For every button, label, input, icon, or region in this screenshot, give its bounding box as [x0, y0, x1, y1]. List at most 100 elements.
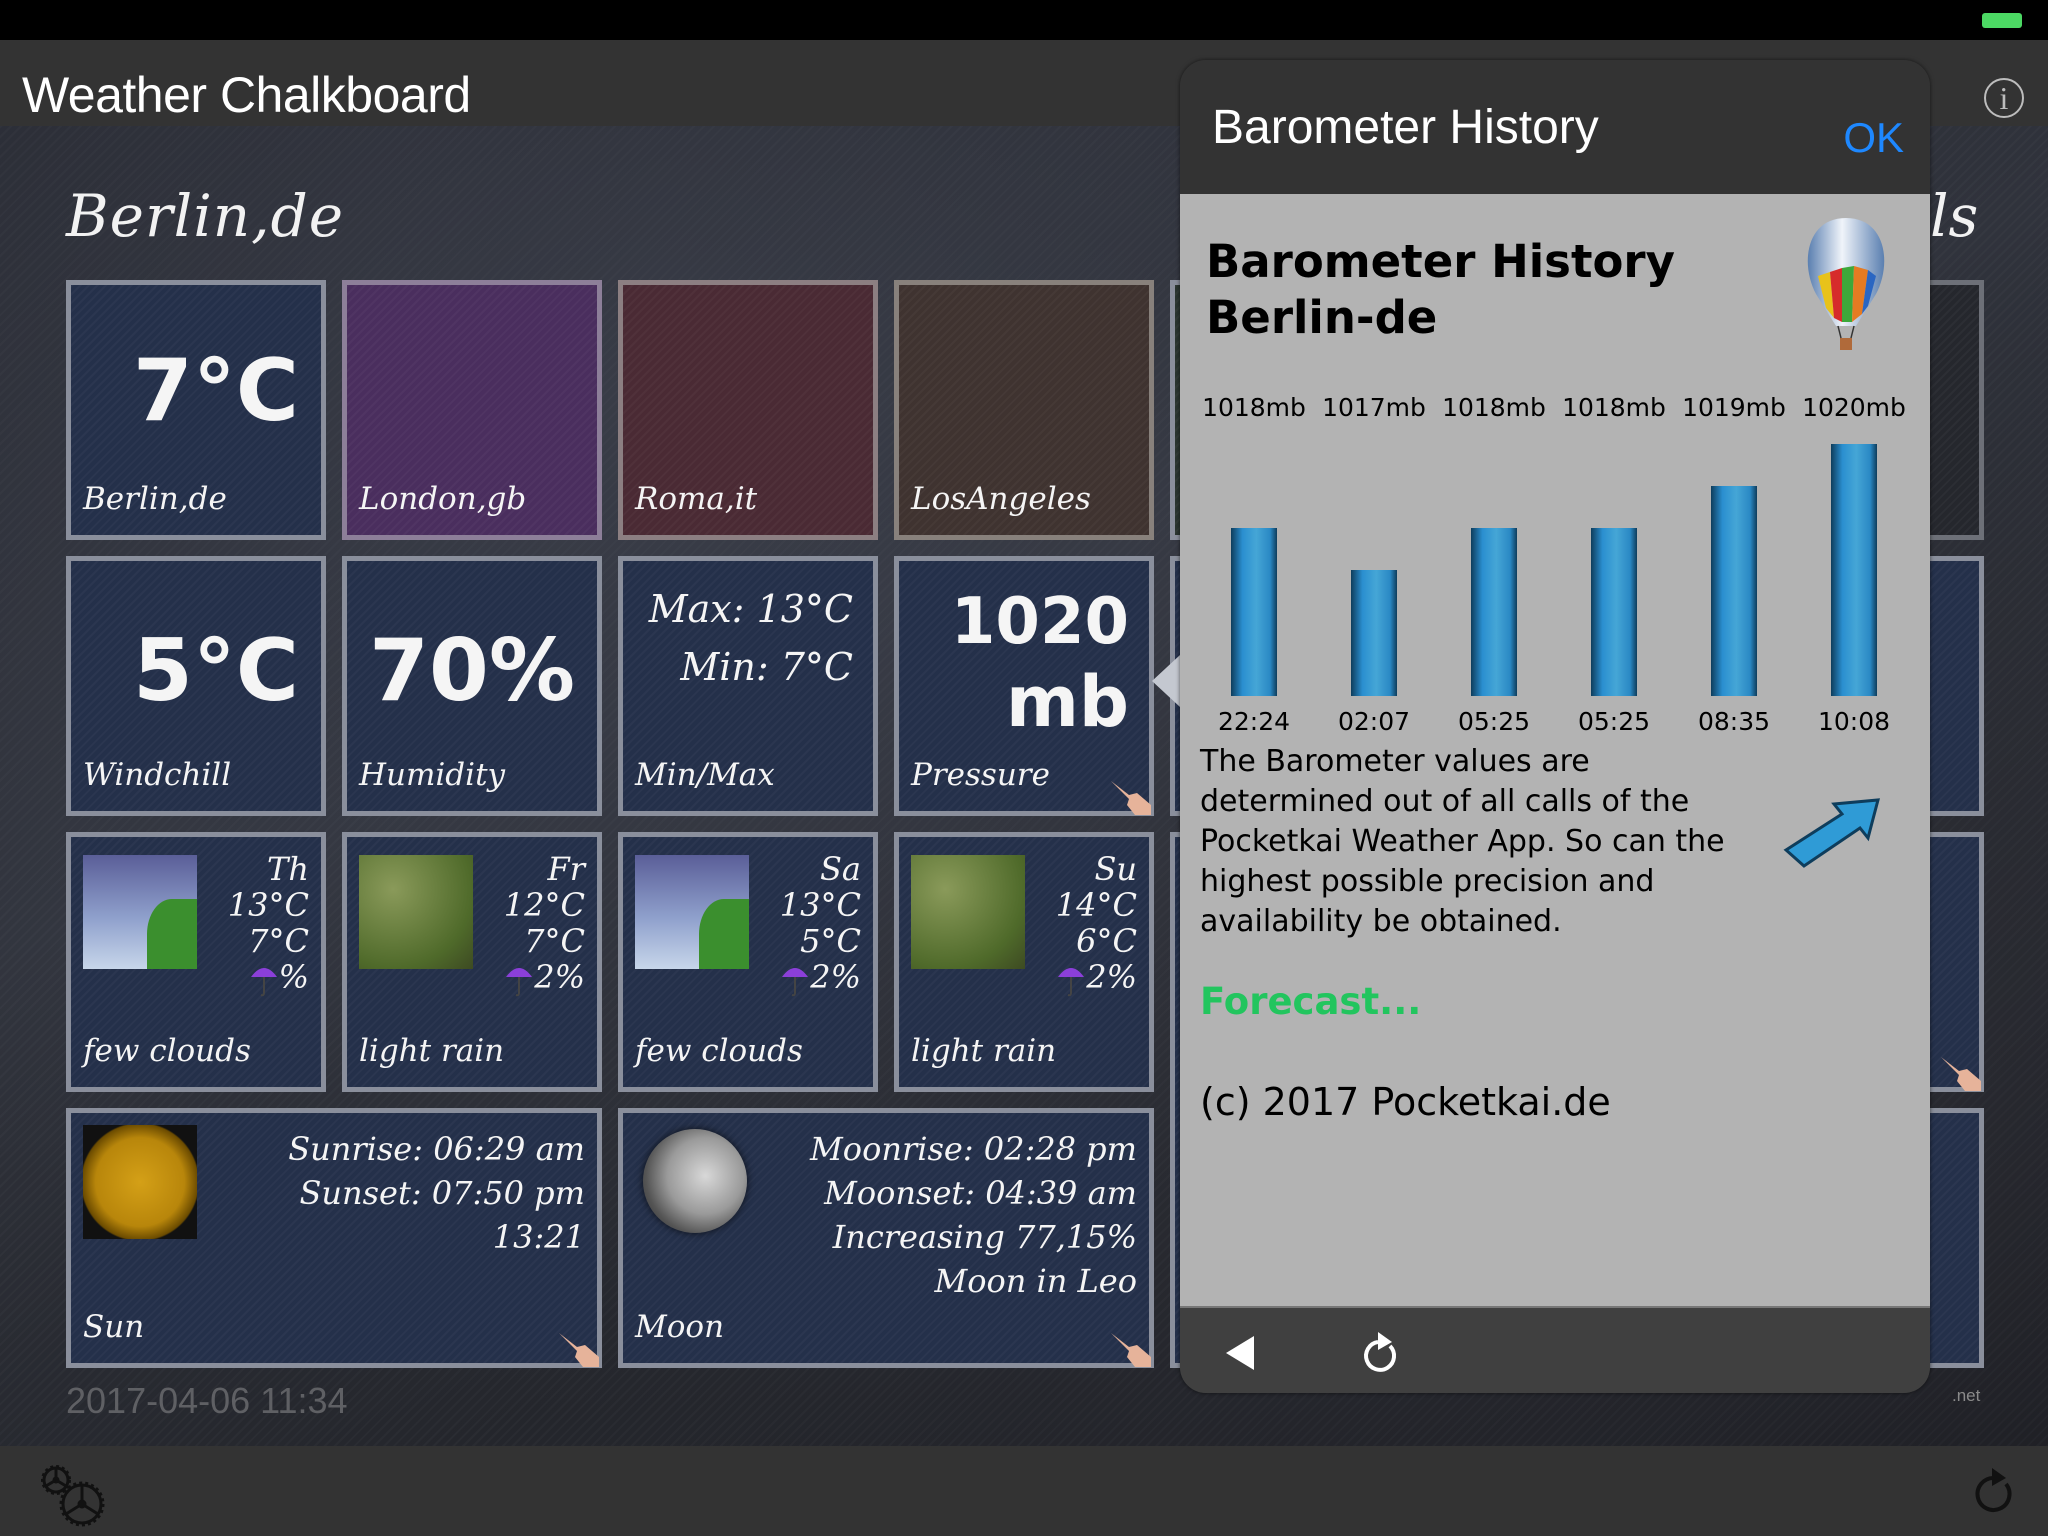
sun-tile[interactable]: Sunrise: 06:29 am Sunset: 07:50 pm 13:21…: [66, 1108, 602, 1368]
forecast-tile[interactable]: Sa 13°C 5°C 2% few clouds: [618, 832, 878, 1092]
moonset-time: Moonset: 04:39 am: [824, 1174, 1137, 1212]
bar-2: [1471, 528, 1517, 696]
forecast-day: Fr: [547, 850, 586, 888]
forecast-low: 7°C: [248, 922, 309, 960]
ok-button[interactable]: OK: [1843, 114, 1904, 162]
pressure-tile[interactable]: 1020 mb Pressure: [894, 556, 1154, 816]
minmax-tile[interactable]: Max: 13°C Min: 7°C Min/Max: [618, 556, 878, 816]
humidity-value: 70%: [369, 621, 575, 721]
moonrise-time: Moonrise: 02:28 pm: [810, 1130, 1137, 1168]
forecast-tile[interactable]: Th 13°C 7°C % few clouds: [66, 832, 326, 1092]
umbrella-icon: [250, 967, 277, 996]
forecast-rain: 2%: [534, 958, 585, 996]
city-tile-berlin[interactable]: 7°C Berlin,de: [66, 280, 326, 540]
pointing-hand-icon: [1941, 1057, 1981, 1091]
popover-title: Barometer History: [1212, 101, 1599, 154]
few-clouds-icon: [635, 855, 749, 969]
minmax-label: Min/Max: [635, 757, 775, 793]
x-tick-label: 02:07: [1338, 707, 1410, 734]
barometer-heading: Barometer History Berlin-de: [1206, 234, 1675, 346]
bar-5: [1831, 444, 1877, 696]
pointing-hand-icon: [1111, 781, 1151, 815]
x-tick-label: 22:24: [1218, 707, 1290, 734]
x-tick-label: 08:35: [1698, 707, 1770, 734]
forecast-desc: few clouds: [635, 1033, 803, 1069]
copyright-text: (c) 2017 Pocketkai.de: [1200, 1080, 1611, 1124]
min-temp: Min: 7°C: [680, 645, 853, 689]
refresh-icon[interactable]: [1970, 1466, 2018, 1514]
sun-label: Sun: [83, 1309, 145, 1345]
moon-tile[interactable]: Moonrise: 02:28 pm Moonset: 04:39 am Inc…: [618, 1108, 1154, 1368]
bar-0: [1231, 528, 1277, 696]
status-bar: [0, 0, 2048, 40]
back-arrow-icon[interactable]: [1226, 1336, 1254, 1370]
info-icon[interactable]: i: [1984, 78, 2024, 118]
reload-icon[interactable]: [1360, 1328, 1404, 1376]
forecast-tile[interactable]: Fr 12°C 7°C 2% light rain: [342, 832, 602, 1092]
city-temp: 7°C: [133, 341, 299, 441]
city-label: LosAngeles: [911, 481, 1091, 517]
forecast-desc: few clouds: [83, 1033, 251, 1069]
moon-sign: Moon in Leo: [934, 1262, 1137, 1300]
bar-value-label: 1017mb: [1322, 394, 1426, 422]
forecast-high: 13°C: [227, 886, 309, 924]
bar-value-label: 1018mb: [1562, 394, 1666, 422]
app-title: Weather Chalkboard: [22, 67, 471, 123]
city-tile-losangeles[interactable]: LosAngeles: [894, 280, 1154, 540]
umbrella-icon: [1058, 967, 1085, 996]
moon-icon: [643, 1129, 747, 1233]
humidity-tile[interactable]: 70% Humidity: [342, 556, 602, 816]
bar-4: [1711, 486, 1757, 696]
forecast-desc: light rain: [359, 1033, 505, 1069]
sunset-time: Sunset: 07:50 pm: [299, 1174, 585, 1212]
max-temp: Max: 13°C: [648, 587, 853, 631]
umbrella-icon: [506, 967, 533, 996]
last-updated-timestamp: 2017-04-06 11:34: [66, 1380, 348, 1421]
forecast-day: Su: [1094, 850, 1137, 888]
city-tile-london[interactable]: London,gb: [342, 280, 602, 540]
sun-icon: [83, 1125, 197, 1239]
barometer-chart: 1018mb 22:24 1017mb 02:07 1018mb 05:25 1018mb 0…: [1202, 394, 1906, 734]
humidity-label: Humidity: [359, 757, 506, 793]
bar-1: [1351, 570, 1397, 696]
popover-arrow: [1152, 655, 1180, 707]
forecast-low: 7°C: [524, 922, 585, 960]
city-label: London,gb: [359, 481, 527, 517]
barometer-description: The Barometer values are determined out …: [1200, 744, 1725, 939]
forecast-desc: light rain: [911, 1033, 1057, 1069]
moon-phase: Increasing 77,15%: [832, 1218, 1137, 1256]
battery-icon: [1982, 13, 2022, 28]
day-length: 13:21: [492, 1218, 585, 1256]
pressure-unit: mb: [1005, 661, 1129, 743]
few-clouds-icon: [83, 855, 197, 969]
arrow-right-up-icon[interactable]: [1780, 792, 1890, 872]
forecast-high: 12°C: [503, 886, 585, 924]
forecast-high: 13°C: [779, 886, 861, 924]
heading-line-2: Berlin-de: [1206, 291, 1438, 344]
moon-label: Moon: [635, 1309, 725, 1345]
bar-value-label: 1018mb: [1442, 394, 1546, 422]
popover-footer: [1180, 1306, 1930, 1393]
sunrise-time: Sunrise: 06:29 am: [288, 1130, 585, 1168]
windchill-tile[interactable]: 5°C Windchill: [66, 556, 326, 816]
settings-gears-icon[interactable]: [36, 1462, 136, 1528]
city-tile-roma[interactable]: Roma,it: [618, 280, 878, 540]
light-rain-icon: [911, 855, 1025, 969]
popover-header: Barometer History OK: [1180, 60, 1930, 194]
heading-line-1: Barometer History: [1206, 235, 1675, 288]
pressure-label: Pressure: [911, 757, 1050, 793]
city-label: Roma,it: [635, 481, 758, 517]
footer-partial-text: .net: [1952, 1386, 1981, 1405]
forecast-link[interactable]: Forecast...: [1200, 980, 1421, 1023]
x-tick-label: 05:25: [1458, 707, 1530, 734]
city-label: Berlin,de: [83, 481, 227, 517]
pointing-hand-icon: [1111, 1333, 1151, 1367]
pointing-hand-icon: [559, 1333, 599, 1367]
forecast-rain: 2%: [810, 958, 861, 996]
pressure-value: 1020: [950, 585, 1129, 659]
bar-value-label: 1019mb: [1682, 394, 1786, 422]
forecast-tile[interactable]: Su 14°C 6°C 2% light rain: [894, 832, 1154, 1092]
forecast-low: 6°C: [1076, 922, 1137, 960]
city-header-right: ls: [1930, 182, 1979, 250]
forecast-high: 14°C: [1055, 886, 1137, 924]
